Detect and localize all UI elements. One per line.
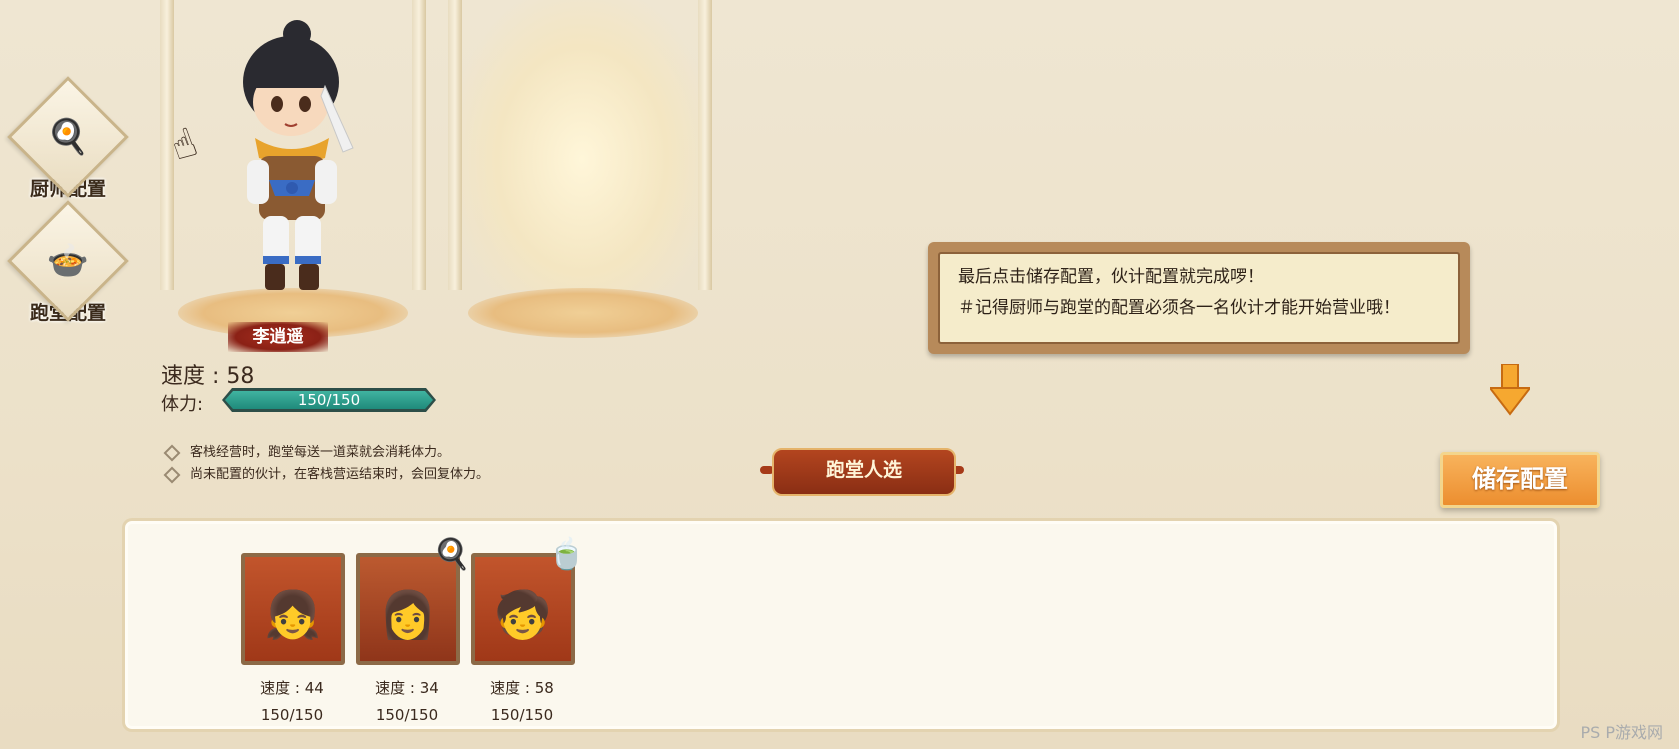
character-avatar: 🧒 — [494, 587, 552, 642]
diamond-bullet-icon — [163, 444, 181, 461]
roster-hp: 150/150 — [260, 706, 324, 724]
roster-card[interactable]: 👧 速度 : 44 150/150 — [241, 553, 345, 724]
section-title: 跑堂人选 — [772, 448, 956, 496]
notes-list: 客栈经营时，跑堂每送一道菜就会消耗体力。 尚未配置的伙计，在客栈营运结束时，会回… — [163, 442, 489, 486]
save-config-button[interactable]: 储存配置 — [1440, 452, 1600, 508]
tutorial-tip-box: 最后点击储存配置，伙计配置就完成啰！ ＃记得厨师与跑堂的配置必须各一名伙计才能开… — [928, 242, 1470, 354]
selected-speed: 速度 : 58 — [161, 364, 255, 389]
stamina-label: 体力: — [161, 394, 204, 415]
roster-hp: 150/150 — [490, 706, 554, 724]
tip-line-2: ＃记得厨师与跑堂的配置必须各一名伙计才能开始营业哦！ — [958, 298, 1400, 318]
character-portrait[interactable]: 👧 — [241, 553, 345, 665]
character-avatar: 👩 — [379, 587, 437, 642]
waiter-role-badge-icon: 🍵 — [548, 537, 586, 572]
pillar-mid — [412, 0, 426, 290]
empty-slot-glow — [462, 0, 702, 290]
nav-waiter-config[interactable]: 🍲 跑堂配置 — [7, 200, 129, 325]
nav-chef-config[interactable]: 🍳 厨师配置 — [7, 76, 129, 201]
down-arrow-icon — [1490, 364, 1530, 416]
character-name-tag: 李逍遥 — [228, 322, 328, 352]
wok-icon: 🍳 — [46, 117, 90, 157]
chef-role-badge-icon: 🍳 — [433, 537, 471, 572]
diamond-bullet-icon — [163, 466, 181, 483]
roster-card[interactable]: 🧒 🍵 速度 : 58 150/150 — [471, 537, 586, 724]
roster-card[interactable]: 👩 🍳 速度 : 34 150/150 — [356, 537, 471, 724]
bowl-icon: 🍲 — [46, 241, 90, 281]
note-item: 尚未配置的伙计，在客栈营运结束时，会回复体力。 — [163, 464, 489, 486]
hero-character[interactable] — [225, 20, 360, 300]
pillar-mid2 — [448, 0, 462, 290]
roster-panel: 👧 速度 : 44 150/150 👩 🍳 速度 : 34 150/150 🧒 … — [122, 518, 1560, 732]
stamina-bar: 150/150 — [222, 388, 436, 412]
stamina-value: 150/150 — [297, 391, 361, 409]
tip-line-1: 最后点击储存配置，伙计配置就完成啰！ — [958, 267, 1264, 287]
character-avatar: 👧 — [264, 587, 322, 642]
roster-speed: 速度 : 44 — [260, 679, 324, 697]
roster-speed: 速度 : 34 — [375, 679, 439, 697]
note-item: 客栈经营时，跑堂每送一道菜就会消耗体力。 — [163, 442, 489, 464]
tip-text: 最后点击储存配置，伙计配置就完成啰！ ＃记得厨师与跑堂的配置必须各一名伙计才能开… — [958, 262, 1400, 324]
roster-hp: 150/150 — [375, 706, 439, 724]
watermark: PS P游戏网 — [1580, 723, 1663, 742]
roster-speed: 速度 : 58 — [490, 679, 554, 697]
slot-pedestal-2[interactable] — [468, 288, 698, 338]
